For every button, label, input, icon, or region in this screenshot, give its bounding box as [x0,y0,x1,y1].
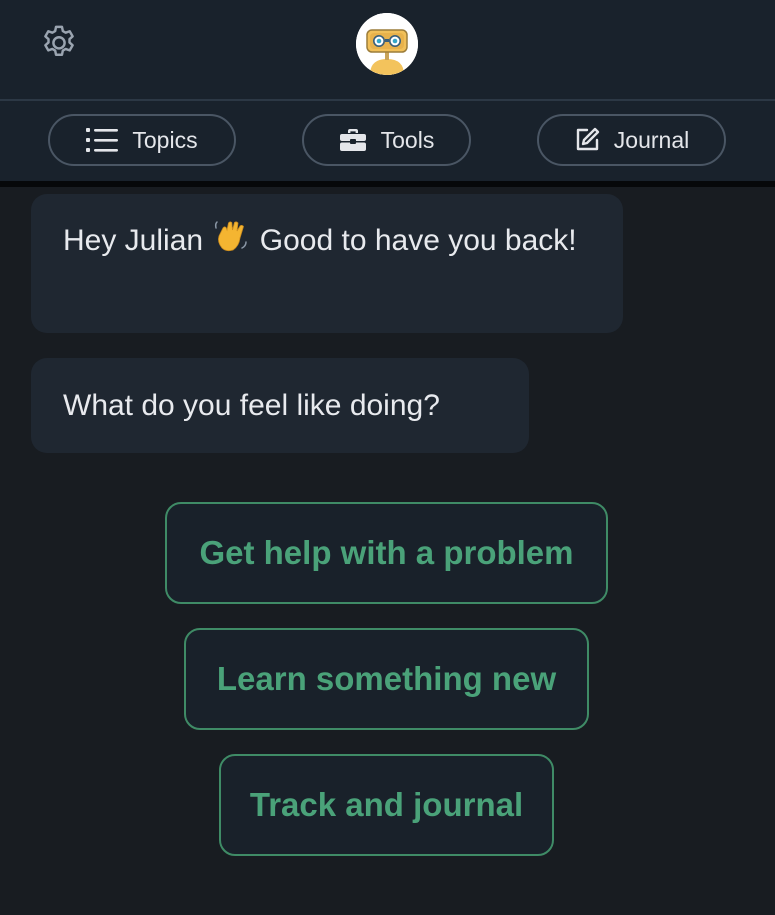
top-bar [0,0,775,101]
waving-hand-emoji-icon [213,218,249,269]
settings-button[interactable] [36,22,82,68]
list-icon [86,127,119,153]
greeting-continuation: Good to have you back! [259,224,577,257]
robot-avatar-icon [356,13,418,75]
track-journal-button[interactable]: Track and journal [219,754,554,856]
tools-label: Tools [380,126,435,153]
edit-square-icon [574,127,600,153]
topics-button[interactable]: Topics [48,114,236,166]
greeting-message: Hey Julian Good to have you back! [31,194,623,333]
avatar[interactable] [356,13,418,75]
tools-button[interactable]: Tools [302,114,471,166]
journal-label: Journal [613,126,690,153]
greeting-text: Hey Julian [63,224,204,257]
track-journal-label: Track and journal [249,786,524,823]
toolbox-icon [339,128,367,152]
topics-label: Topics [132,126,198,153]
question-message: What do you feel like doing? [31,358,529,453]
question-text: What do you feel like doing? [63,389,440,422]
get-help-button[interactable]: Get help with a problem [165,502,608,604]
nav-bar: Topics Tools Journal [0,101,775,181]
gear-icon [38,22,80,69]
journal-button[interactable]: Journal [537,114,726,166]
get-help-label: Get help with a problem [199,534,574,571]
learn-something-button[interactable]: Learn something new [184,628,589,730]
nav-divider [0,181,775,187]
learn-something-label: Learn something new [216,660,557,697]
